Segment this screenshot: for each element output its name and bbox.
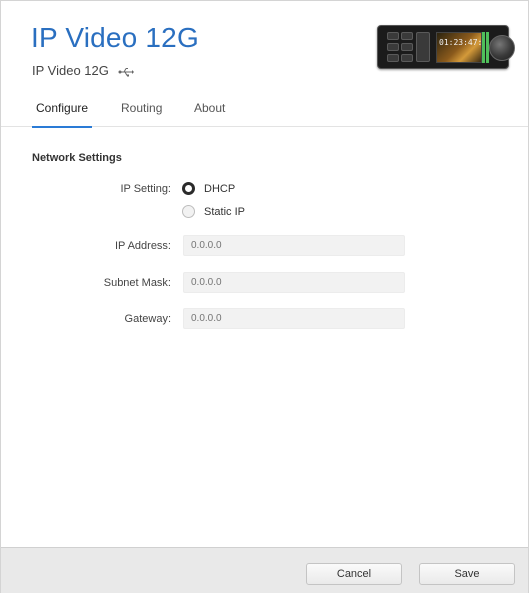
device-button	[416, 32, 430, 62]
usb-icon	[118, 65, 134, 77]
device-button	[401, 32, 413, 40]
dhcp-label: DHCP	[204, 183, 236, 195]
audio-meter	[482, 32, 485, 63]
device-name: IP Video 12G	[32, 63, 109, 78]
device-timecode: 01:23:47:08	[439, 38, 482, 47]
tab-configure[interactable]: Configure	[31, 101, 93, 128]
subnet-mask-label: Subnet Mask:	[103, 277, 171, 289]
device-screen: 01:23:47:08	[436, 32, 482, 63]
device-button	[387, 32, 399, 40]
cancel-button[interactable]: Cancel	[306, 563, 402, 585]
tab-about[interactable]: About	[194, 101, 225, 127]
ip-setting-label: IP Setting:	[120, 183, 171, 195]
device-knob	[489, 35, 515, 61]
tab-routing[interactable]: Routing	[121, 101, 162, 127]
ip-address-field[interactable]	[183, 235, 405, 256]
static-ip-radio[interactable]	[182, 205, 195, 218]
ip-address-label: IP Address:	[114, 240, 171, 252]
utility-window: IP Video 12G IP Video 12G 01:23:47: Conf…	[0, 0, 529, 593]
page-title: IP Video 12G	[31, 22, 199, 53]
device-button	[401, 43, 413, 51]
device-button	[387, 54, 399, 62]
header: IP Video 12G IP Video 12G 01:23:47:	[1, 1, 528, 93]
tab-bar: Configure Routing About	[1, 93, 528, 128]
subnet-mask-field[interactable]	[183, 272, 405, 293]
footer-bar: Cancel Save	[1, 547, 528, 593]
save-button[interactable]: Save	[419, 563, 515, 585]
gateway-label: Gateway:	[124, 313, 171, 325]
device-row: IP Video 12G	[32, 63, 134, 78]
device-image: 01:23:47:08	[377, 25, 515, 69]
device-button	[387, 43, 399, 51]
device-button	[401, 54, 413, 62]
static-ip-label: Static IP	[204, 206, 245, 218]
section-title: Network Settings	[32, 152, 122, 164]
dhcp-radio[interactable]	[182, 182, 195, 195]
gateway-field[interactable]	[183, 308, 405, 329]
